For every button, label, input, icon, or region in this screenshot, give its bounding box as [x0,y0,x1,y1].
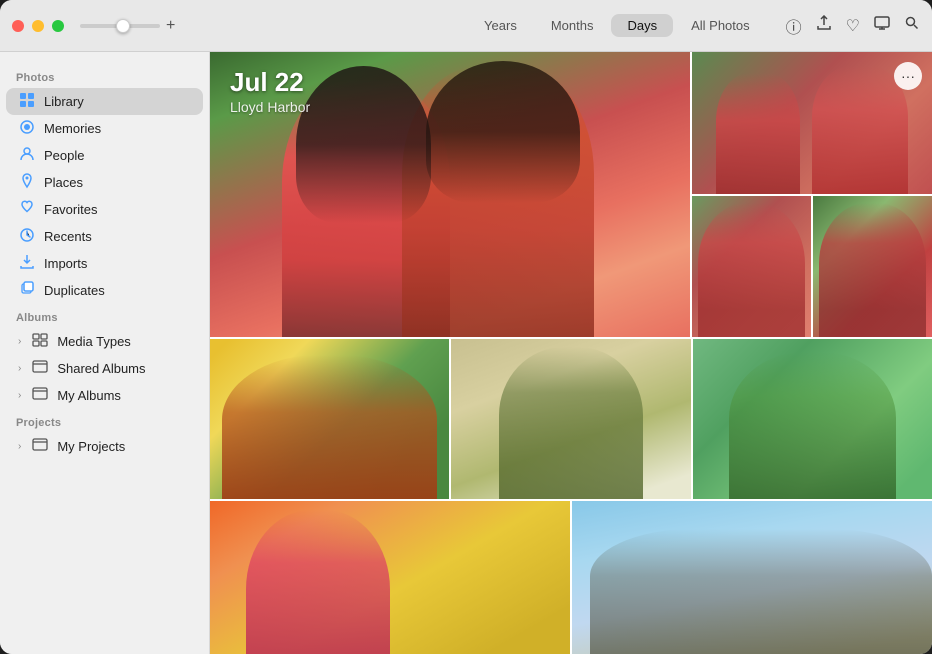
sidebar-item-memories-label: Memories [44,121,101,136]
traffic-lights [12,20,64,32]
recents-icon [18,227,36,246]
media-types-icon [31,332,49,351]
shared-albums-icon [31,359,49,378]
tab-days[interactable]: Days [611,14,673,37]
sidebar-item-recents-label: Recents [44,229,92,244]
sidebar-item-shared-albums-label: Shared Albums [57,361,145,376]
places-icon [18,173,36,192]
sidebar-item-people[interactable]: People [6,142,203,169]
expand-arrow-media-types: › [18,336,21,347]
photo-r2-3[interactable] [693,339,932,499]
photo-r3-1[interactable] [210,501,570,654]
photo-area[interactable]: Jul 22 Lloyd Harbor [210,52,932,654]
my-albums-icon [31,386,49,405]
info-icon[interactable]: ⓘ [786,14,802,38]
minimize-button[interactable] [32,20,44,32]
sidebar-item-media-types-label: Media Types [57,334,130,349]
more-options-button[interactable]: ··· [894,62,922,90]
sidebar-section-photos: Photos [0,64,209,88]
duplicates-icon [18,281,36,300]
sidebar-item-places-label: Places [44,175,83,190]
slider-thumb [116,19,130,33]
photo-row-2 [210,339,932,499]
side-photos: ··· [692,52,932,337]
sidebar-item-imports-label: Imports [44,256,87,271]
sidebar-item-imports[interactable]: Imports [6,250,203,277]
expand-arrow-my-projects: › [18,441,21,452]
library-icon [18,92,36,111]
sidebar-section-projects: Projects [0,409,209,433]
sidebar-section-albums: Albums [0,304,209,328]
sidebar-item-favorites[interactable]: Favorites [6,196,203,223]
favorites-icon [18,200,36,219]
close-button[interactable] [12,20,24,32]
sidebar-item-duplicates[interactable]: Duplicates [6,277,203,304]
sidebar-item-favorites-label: Favorites [44,202,97,217]
day-header: Jul 22 Lloyd Harbor [230,68,310,115]
tab-months[interactable]: Months [535,14,610,37]
photo-grid: Jul 22 Lloyd Harbor [210,52,932,654]
sidebar-item-shared-albums[interactable]: › Shared Albums [6,355,203,382]
view-tabs: Years Months Days All Photos [468,14,766,37]
photo-side-top[interactable]: ··· [692,52,932,194]
toolbar-icons: ⓘ ♡ [786,14,920,38]
zoom-plus-icon[interactable]: + [166,17,175,35]
people-icon [18,146,36,165]
sidebar: Photos Library [0,52,210,654]
sidebar-item-library-label: Library [44,94,84,109]
sidebar-item-recents[interactable]: Recents [6,223,203,250]
photo-row-3 [210,501,932,654]
photo-r3-2[interactable] [572,501,932,654]
main-content: Photos Library [0,52,932,654]
expand-arrow-my-albums: › [18,390,21,401]
expand-arrow-shared-albums: › [18,363,21,374]
side-bottom-photos [692,196,932,338]
photo-r2-2[interactable] [451,339,690,499]
titlebar: + Years Months Days All Photos ⓘ ♡ [0,0,932,52]
sidebar-item-people-label: People [44,148,84,163]
sidebar-item-my-albums-label: My Albums [57,388,121,403]
top-photo-section: Jul 22 Lloyd Harbor [210,52,932,337]
photo-main[interactable]: Jul 22 Lloyd Harbor [210,52,690,337]
sidebar-item-memories[interactable]: Memories [6,115,203,142]
sidebar-item-my-albums[interactable]: › My Albums [6,382,203,409]
heart-icon[interactable]: ♡ [846,16,860,36]
sidebar-item-my-projects-label: My Projects [57,439,125,454]
my-projects-icon [31,437,49,456]
app-window: + Years Months Days All Photos ⓘ ♡ [0,0,932,654]
day-date: Jul 22 [230,68,310,97]
photo-r2-1[interactable] [210,339,449,499]
photo-side-bottom-left[interactable] [692,196,811,338]
sidebar-item-duplicates-label: Duplicates [44,283,105,298]
slideshow-icon[interactable] [874,15,890,36]
memories-icon [18,119,36,138]
sidebar-item-library[interactable]: Library [6,88,203,115]
day-location: Lloyd Harbor [230,99,310,115]
sidebar-item-my-projects[interactable]: › My Projects [6,433,203,460]
photo-side-bottom-right[interactable] [813,196,932,338]
zoom-slider-area: + [80,17,175,35]
sidebar-item-places[interactable]: Places [6,169,203,196]
sidebar-item-media-types[interactable]: › Media Types [6,328,203,355]
zoom-slider[interactable] [80,24,160,28]
imports-icon [18,254,36,273]
tab-years[interactable]: Years [468,14,533,37]
search-icon[interactable] [904,15,920,36]
share-icon[interactable] [816,15,832,36]
tab-all-photos[interactable]: All Photos [675,14,766,37]
maximize-button[interactable] [52,20,64,32]
